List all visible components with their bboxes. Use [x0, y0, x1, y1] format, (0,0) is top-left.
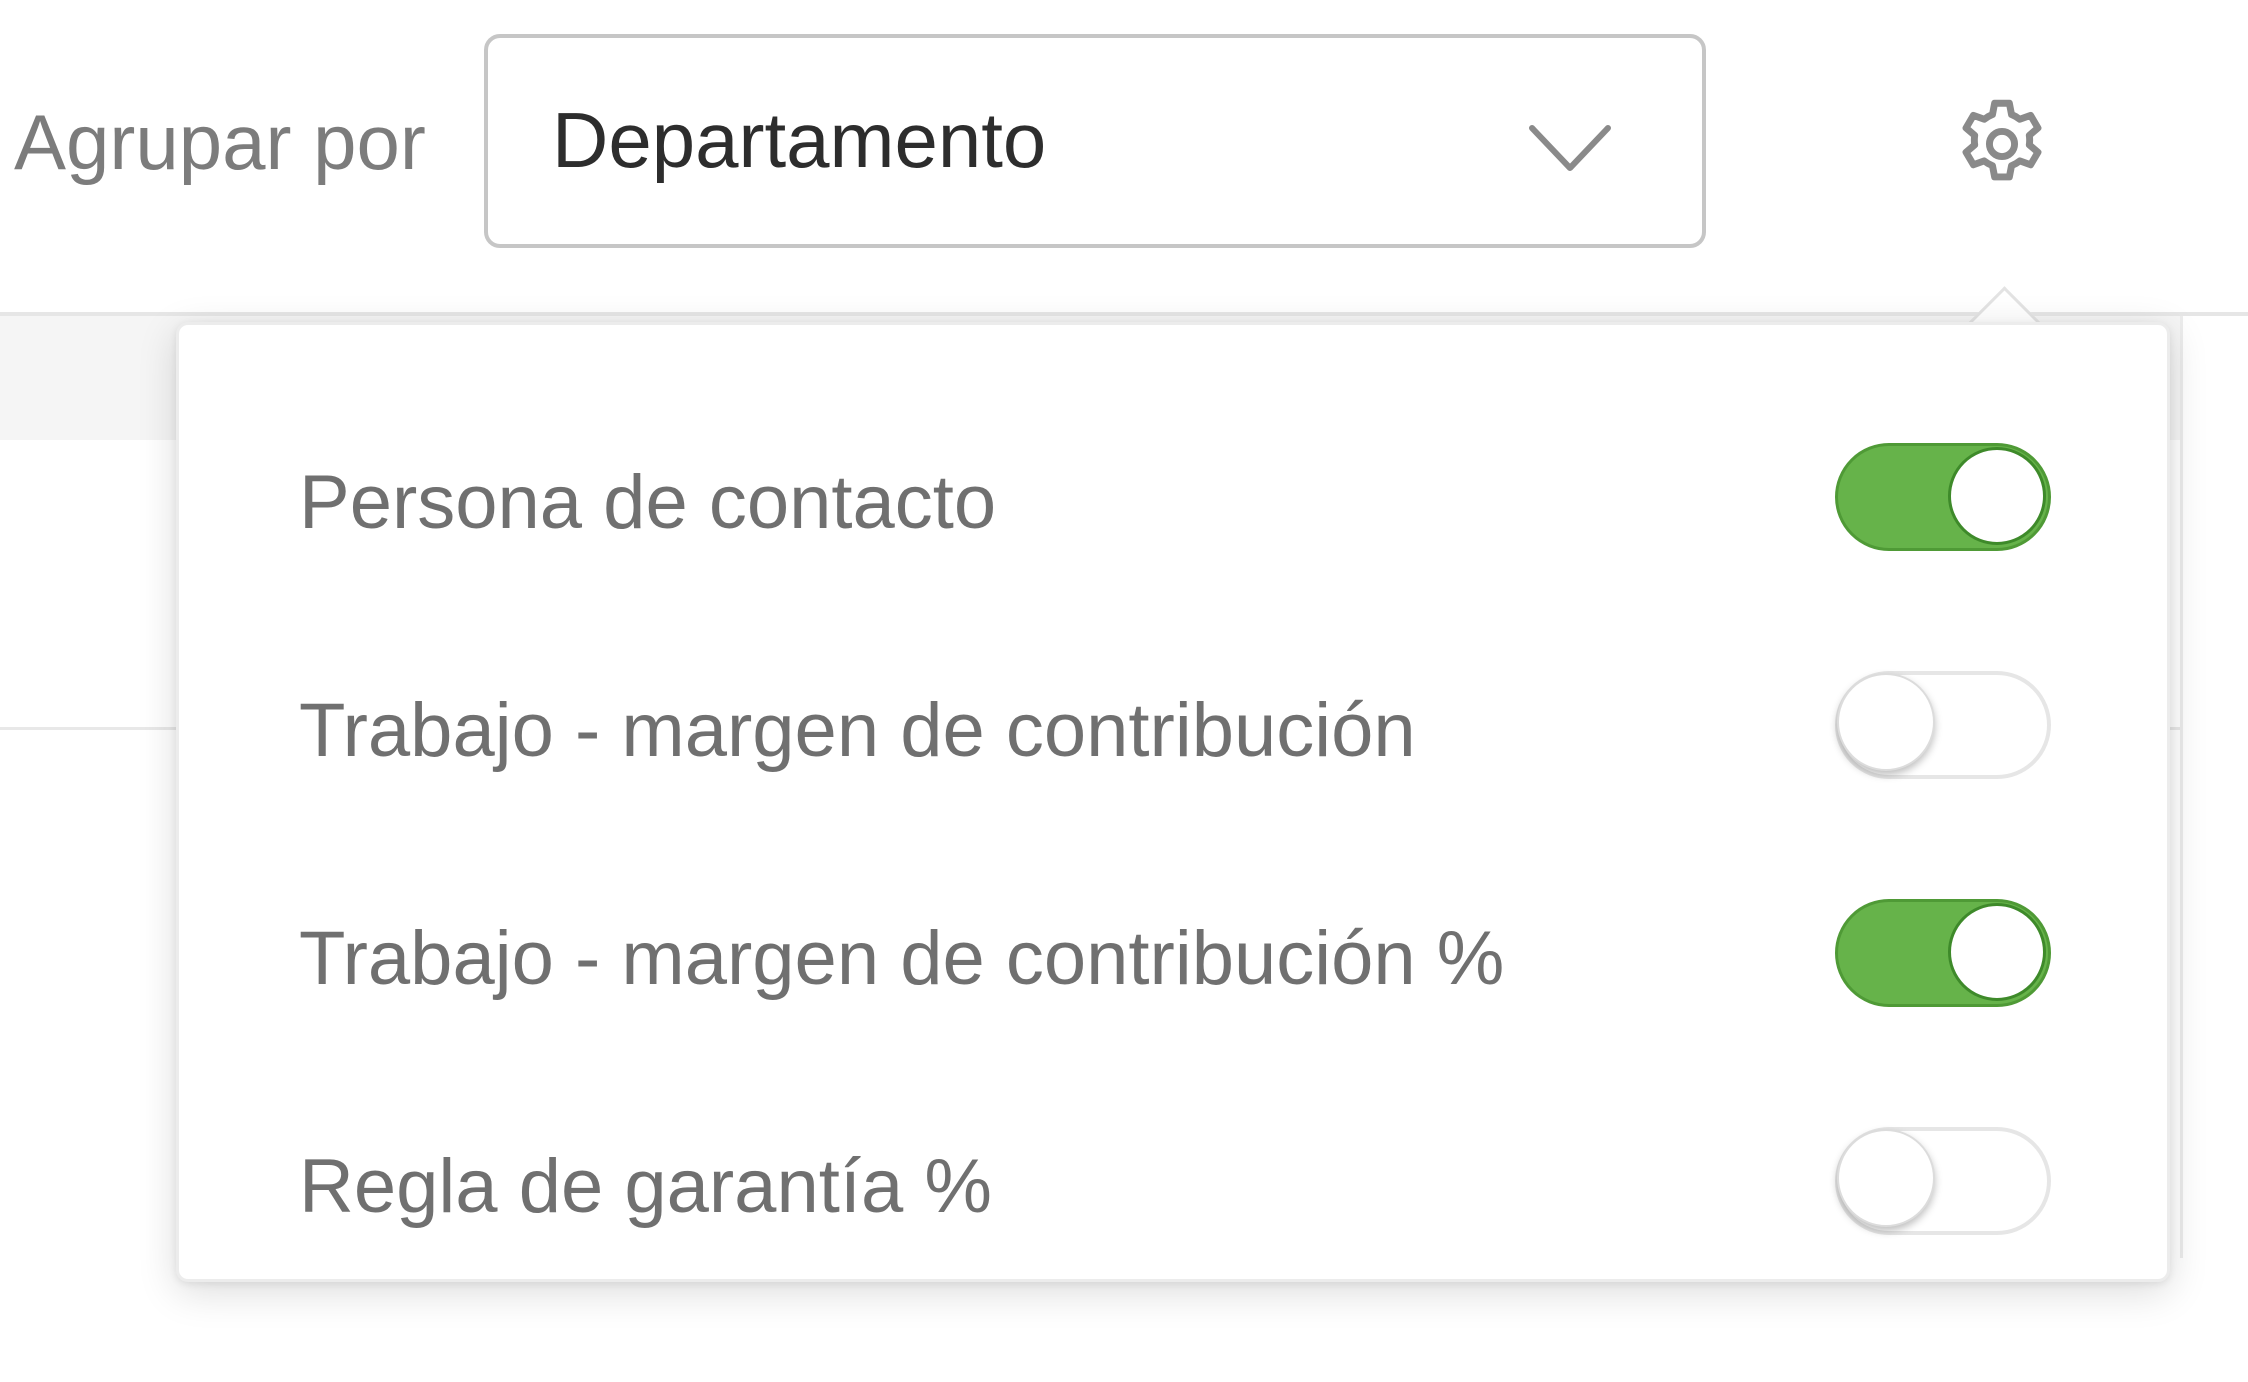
- setting-row-warranty-rule-percent: Regla de garantía %: [179, 1127, 2167, 1247]
- popover-arrow: [1964, 282, 2042, 326]
- setting-row-contact-person: Persona de contacto: [179, 443, 2167, 563]
- toggle-knob: [1837, 673, 1935, 771]
- column-settings-popover: Persona de contacto Trabajo - margen de …: [176, 322, 2170, 1282]
- toggle-work-contribution-margin-percent[interactable]: [1835, 899, 2051, 1007]
- group-by-select[interactable]: Departamento: [484, 34, 1706, 248]
- toolbar: Agrupar por Departamento: [0, 0, 2248, 316]
- setting-label: Trabajo - margen de contribución: [299, 688, 1416, 773]
- gear-icon[interactable]: [1950, 92, 2054, 196]
- toggle-knob: [1837, 1129, 1935, 1227]
- setting-row-work-contribution-margin-percent: Trabajo - margen de contribución %: [179, 899, 2167, 1019]
- setting-label: Regla de garantía %: [299, 1144, 992, 1229]
- setting-label: Persona de contacto: [299, 460, 997, 545]
- chevron-down-icon: [1529, 125, 1611, 171]
- content-right-edge: [2180, 316, 2248, 1258]
- toggle-work-contribution-margin[interactable]: [1835, 671, 2051, 779]
- toggle-knob: [1948, 903, 2046, 1001]
- group-by-label: Agrupar por: [14, 98, 426, 186]
- setting-row-work-contribution-margin: Trabajo - margen de contribución: [179, 671, 2167, 791]
- toggle-warranty-rule-percent[interactable]: [1835, 1127, 2051, 1235]
- toggle-contact-person[interactable]: [1835, 443, 2051, 551]
- group-by-selected-value: Departamento: [552, 96, 1047, 184]
- setting-label: Trabajo - margen de contribución %: [299, 916, 1505, 1001]
- toggle-knob: [1948, 447, 2046, 545]
